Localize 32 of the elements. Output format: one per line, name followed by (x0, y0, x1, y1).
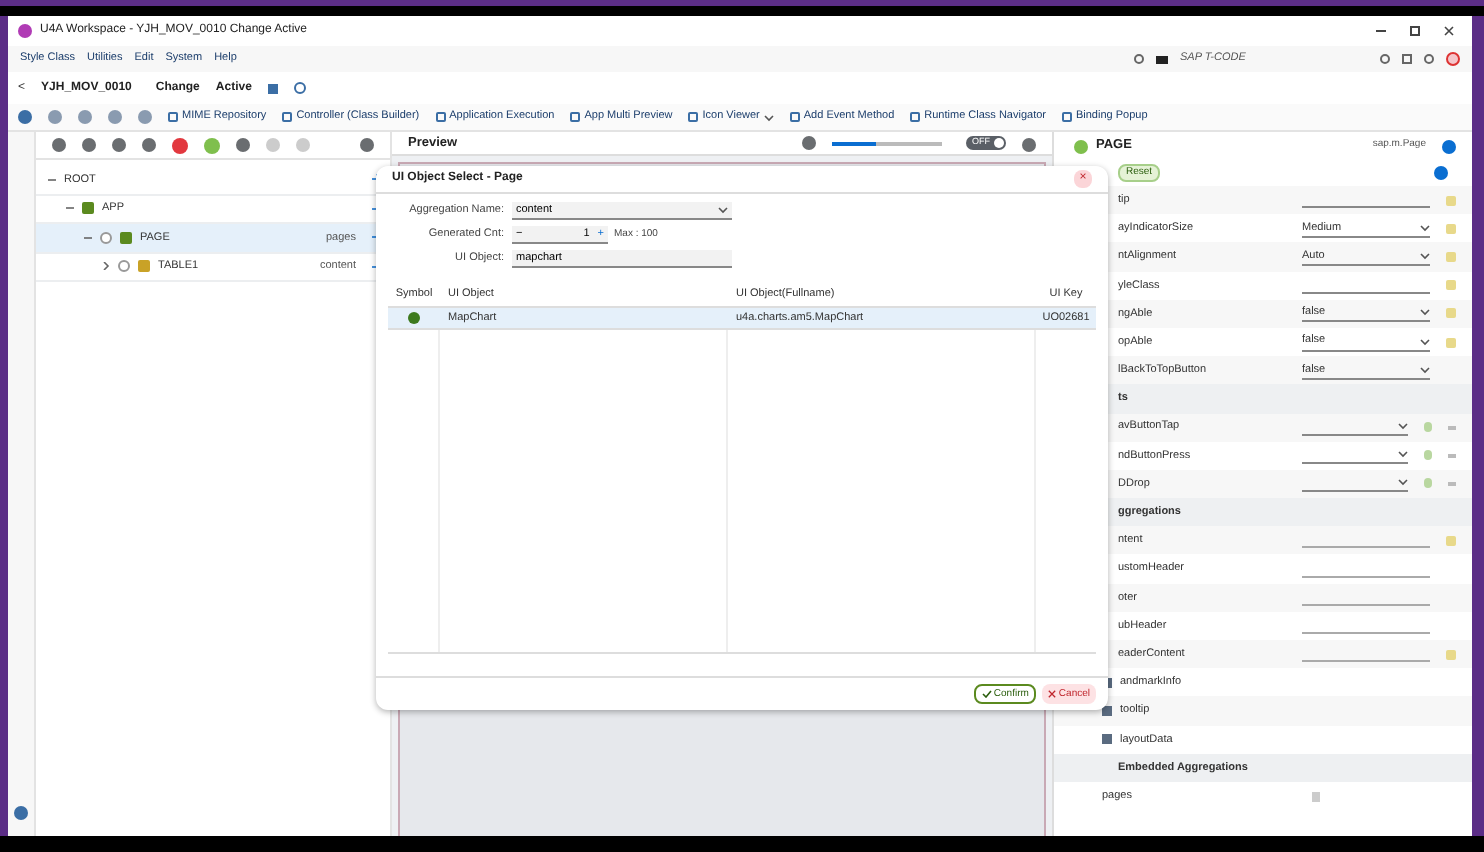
select-field[interactable] (1302, 446, 1409, 465)
folder-icon (82, 202, 94, 215)
folder-icon (120, 231, 132, 244)
expand-icon[interactable] (102, 262, 110, 271)
checkbox[interactable] (118, 260, 130, 273)
folder-icon (138, 260, 150, 273)
square-icon (1102, 734, 1112, 745)
checkbox[interactable] (100, 231, 112, 244)
link-icon[interactable] (1448, 453, 1456, 458)
caret-icon (1420, 365, 1431, 374)
close-icon (1048, 690, 1057, 698)
select-field[interactable] (1302, 474, 1409, 493)
caret-icon (1398, 422, 1409, 431)
caret-icon (1420, 337, 1431, 346)
chart-icon (408, 312, 420, 324)
close-icon[interactable] (1444, 26, 1454, 36)
caret-icon (1398, 450, 1409, 459)
select-field[interactable] (1302, 418, 1409, 437)
restore-icon[interactable] (1410, 26, 1420, 36)
link-icon[interactable] (1448, 425, 1456, 430)
caret-icon (1420, 251, 1431, 260)
caret-icon (1420, 308, 1431, 317)
square-icon (1102, 705, 1112, 716)
check-icon (981, 690, 992, 698)
power-icon[interactable] (1446, 52, 1460, 66)
control-icon (1074, 139, 1088, 153)
caret-icon (1398, 478, 1409, 487)
link-icon[interactable] (1448, 481, 1456, 486)
app-logo-icon (18, 24, 32, 38)
caret-icon (1420, 223, 1431, 232)
caret-icon (718, 206, 728, 214)
card-icon (1156, 55, 1168, 63)
